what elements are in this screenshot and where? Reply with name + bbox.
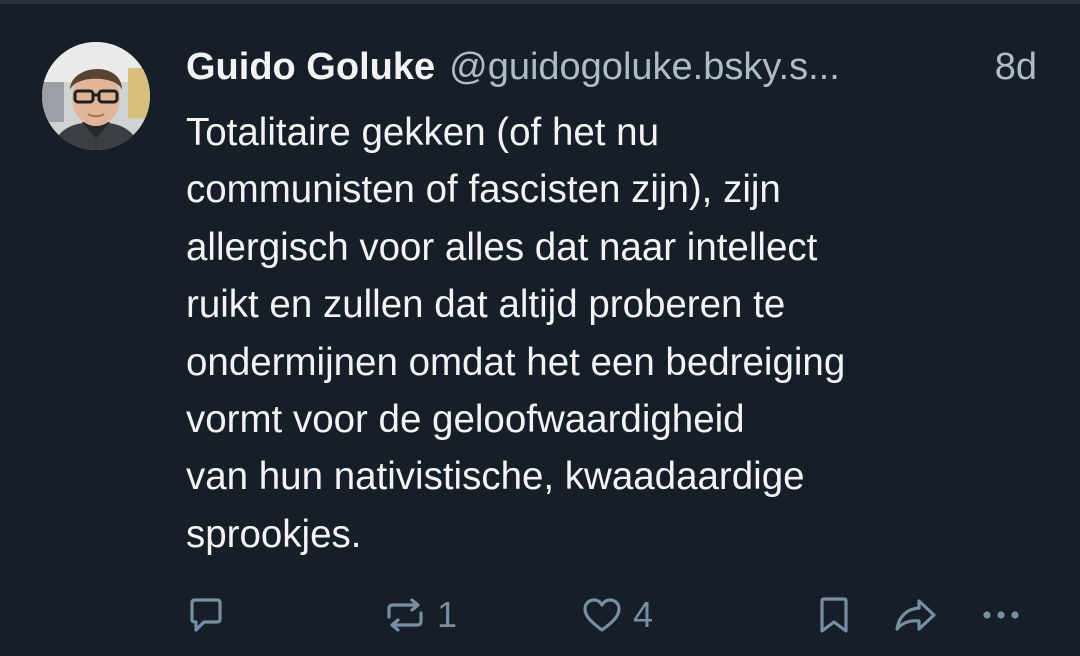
feed-post[interactable]: Guido Goluke @guidogoluke.bsky.s... 8d To…: [0, 4, 1080, 656]
bookmark-button[interactable]: [814, 590, 854, 640]
author-handle[interactable]: @guidogoluke.bsky.s...: [449, 46, 840, 88]
avatar-photo: [42, 42, 150, 150]
like-button[interactable]: 4: [581, 590, 653, 640]
post-text-line: allergisch voor alles dat naar intellect: [186, 225, 818, 269]
post-text-line: vormt voor de geloofwaardigheid: [186, 398, 745, 442]
bookmark-icon: [820, 597, 848, 633]
reply-icon: [190, 598, 222, 632]
post-actions: 1 4: [0, 590, 1080, 640]
post-text-line: ruikt en zullen dat altijd proberen te: [186, 283, 786, 327]
post-text-line: sprookjes.: [186, 512, 362, 556]
share-icon: [895, 599, 936, 631]
like-count: 4: [633, 594, 654, 635]
reply-button[interactable]: [186, 590, 236, 640]
more-icon: [983, 611, 1019, 619]
post-header: Guido Goluke @guidogoluke.bsky.s... 8d: [186, 42, 1046, 92]
avatar[interactable]: [42, 42, 150, 150]
post-text: Totalitaire gekken (of het nu communiste…: [186, 104, 1046, 563]
post-text-line: communisten of fascisten zijn), zijn: [186, 168, 781, 212]
heart-icon: [583, 598, 621, 632]
share-button[interactable]: [893, 590, 939, 640]
post-text-line: Totalitaire gekken (of het nu: [186, 111, 659, 154]
post-timestamp[interactable]: 8d: [995, 42, 1037, 92]
repost-icon: [387, 598, 423, 632]
more-options-button[interactable]: [978, 590, 1024, 640]
repost-count: 1: [437, 594, 458, 635]
post-text-line: van hun nativistische, kwaadaardige: [186, 455, 805, 499]
author-name[interactable]: Guido Goluke: [186, 46, 435, 88]
repost-button[interactable]: 1: [383, 590, 457, 640]
post-text-line: ondermijnen omdat het een bedreiging: [186, 340, 846, 384]
